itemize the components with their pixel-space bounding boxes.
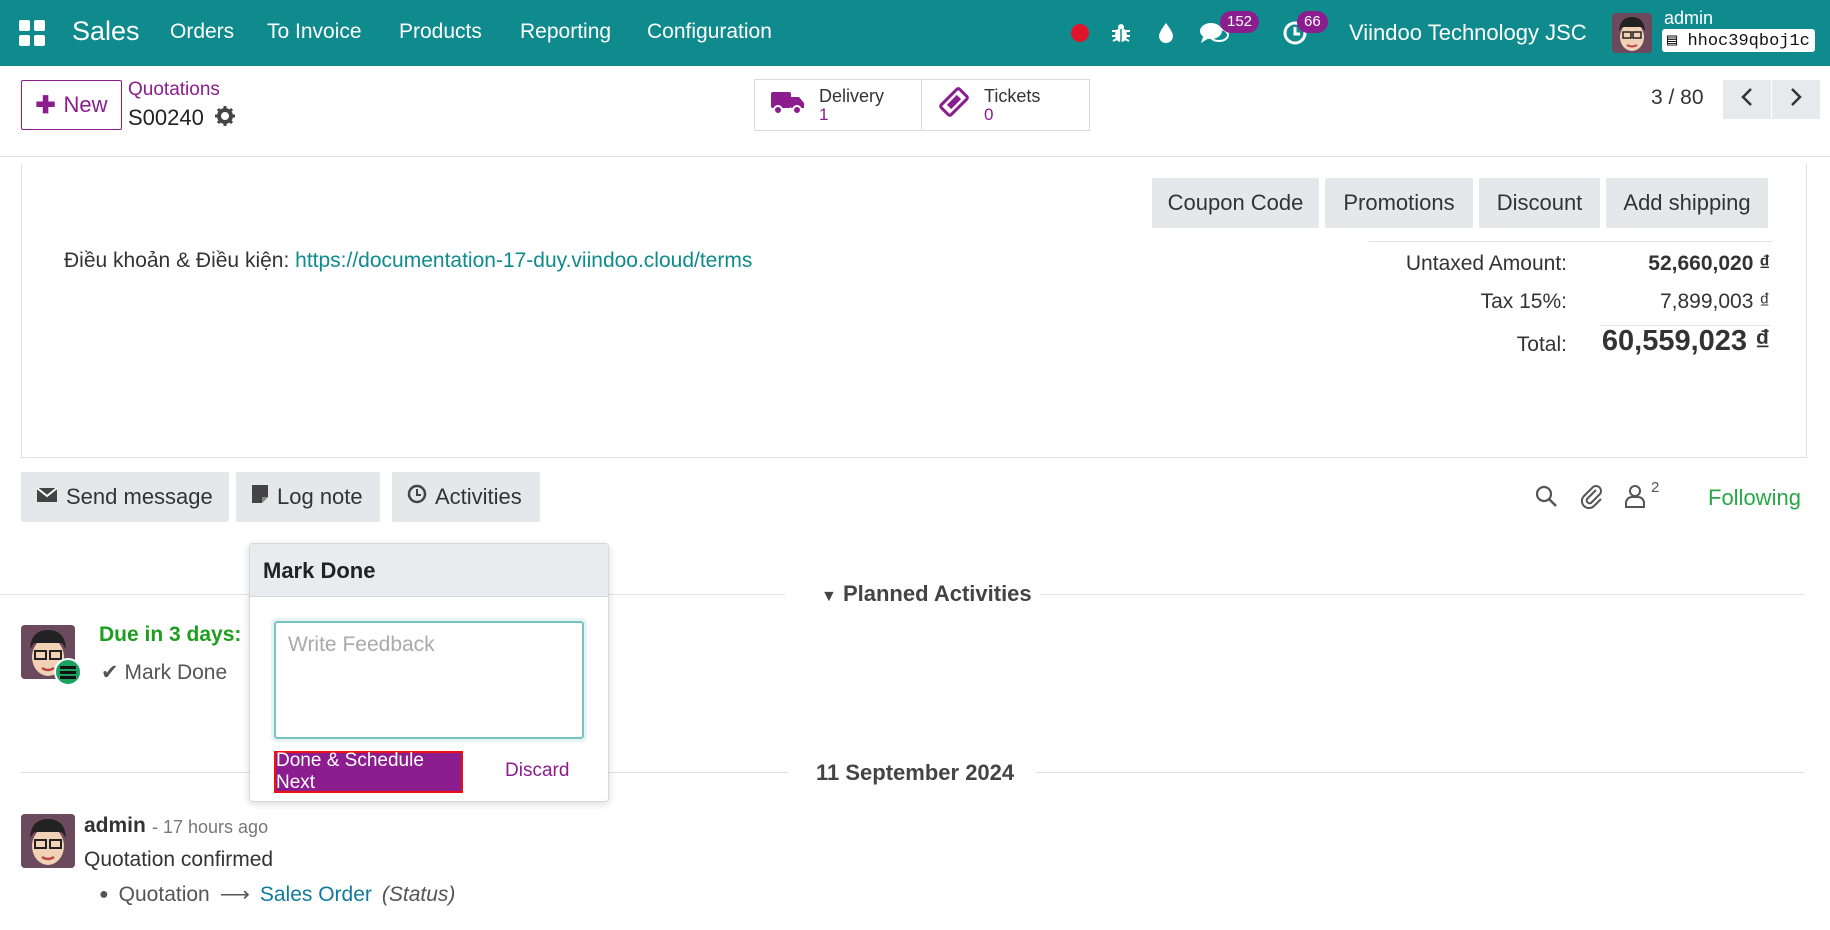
database-name: ▤ hhoc39qboj1c (1662, 29, 1815, 52)
total-value: 60,559,023 ₫ (1601, 325, 1770, 357)
paperclip-icon[interactable] (1580, 483, 1604, 515)
clock-icon (407, 484, 427, 510)
bullet: ● (99, 885, 109, 903)
database-icon: ▤ (1667, 32, 1678, 51)
send-message-label: Send message (66, 484, 213, 509)
totals-divider (1369, 241, 1772, 242)
mark-done-link[interactable]: ✔ Mark Done (101, 660, 227, 685)
smart-button-tickets[interactable]: Tickets 0 (921, 79, 1090, 131)
smart-button-delivery[interactable]: Delivery 1 (754, 79, 923, 131)
tracking-field: (Status) (381, 882, 456, 906)
followers-icon[interactable] (1624, 484, 1646, 514)
new-button-label: New (63, 92, 108, 117)
discount-button[interactable]: Discount (1479, 178, 1600, 228)
top-navbar: Sales Orders To Invoice Products Reporti… (0, 0, 1830, 66)
tracking-old-value: Quotation (118, 882, 210, 906)
coupon-code-button[interactable]: Coupon Code (1152, 178, 1319, 228)
truck-icon (771, 88, 805, 122)
tickets-count: 0 (984, 105, 994, 124)
tracking-new-value: Sales Order (259, 882, 372, 906)
send-message-button[interactable]: Send message (21, 472, 229, 522)
tax-value: 7,899,003 ₫ (1659, 290, 1770, 313)
ticket-icon (938, 86, 970, 124)
note-icon (251, 484, 269, 510)
popover-title: Mark Done (263, 558, 376, 583)
pager-previous-button[interactable] (1723, 80, 1771, 119)
gear-icon[interactable] (215, 106, 235, 132)
plus-icon: ✚ (35, 91, 56, 119)
apps-menu-icon[interactable] (19, 20, 45, 46)
activity-type-icon (54, 658, 82, 686)
debug-bug-icon[interactable] (1110, 0, 1132, 66)
search-icon[interactable] (1534, 484, 1558, 514)
untaxed-amount-label: Untaxed Amount: (1405, 252, 1567, 275)
menu-reporting[interactable]: Reporting (520, 20, 611, 44)
total-label: Total: (1516, 333, 1567, 356)
pager-value[interactable]: 3 / 80 (1651, 86, 1704, 110)
delivery-count: 1 (819, 105, 829, 124)
chevron-left-icon (1740, 87, 1754, 113)
record-name: S00240 (128, 105, 204, 130)
activities-button[interactable]: Activities (392, 472, 540, 522)
log-note-label: Log note (277, 484, 363, 509)
record-icon[interactable] (1070, 0, 1090, 66)
menu-products[interactable]: Products (399, 20, 482, 44)
planned-activities-toggle[interactable]: ▼ Planned Activities (816, 581, 1037, 607)
date-separator: 11 September 2024 (816, 760, 1015, 786)
feedback-textarea[interactable] (271, 618, 587, 742)
envelope-icon (36, 484, 58, 510)
mark-done-popover: Mark Done Done & Schedule Next Discard (249, 543, 609, 802)
messages-count-badge: 152 (1220, 11, 1260, 33)
tracking-value: ● Quotation ⟶ Sales Order (Status) (99, 882, 455, 907)
caret-down-icon: ▼ (821, 588, 837, 605)
terms-and-conditions: Điều khoản & Điều kiện: https://document… (64, 249, 752, 273)
promotions-button[interactable]: Promotions (1325, 178, 1473, 228)
control-panel-divider (0, 156, 1830, 157)
menu-to-invoice[interactable]: To Invoice (267, 20, 362, 44)
tax-label: Tax 15%: (1480, 290, 1567, 313)
terms-label: Điều khoản & Điều kiện: (64, 249, 290, 272)
delivery-label: Delivery (819, 86, 885, 106)
pager-next-button[interactable] (1772, 80, 1820, 119)
log-note-button[interactable]: Log note (236, 472, 380, 522)
message-author[interactable]: admin (84, 814, 146, 838)
terms-link[interactable]: https://documentation-17-duy.viindoo.clo… (295, 249, 752, 272)
user-avatar[interactable] (1612, 13, 1652, 53)
followers-count: 2 (1651, 479, 1660, 496)
add-shipping-button[interactable]: Add shipping (1606, 178, 1768, 228)
done-schedule-next-button[interactable]: Done & Schedule Next (274, 750, 463, 793)
popover-header: Mark Done (250, 544, 608, 597)
check-icon: ✔ (101, 661, 119, 684)
mark-done-label: Mark Done (124, 661, 228, 684)
planned-separator-line-right (1040, 594, 1805, 595)
message-author-avatar[interactable] (21, 814, 75, 868)
activities-count-badge: 66 (1297, 11, 1328, 33)
arrow-right-icon: ⟶ (219, 883, 250, 906)
app-title[interactable]: Sales (72, 16, 140, 47)
database-label: hhoc39qboj1c (1687, 32, 1810, 51)
breadcrumb-quotations[interactable]: Quotations (128, 79, 220, 101)
activity-due-label: Due in 3 days: (99, 623, 242, 646)
date-separator-line-right (1035, 772, 1805, 773)
menu-orders[interactable]: Orders (170, 20, 234, 44)
untaxed-amount-value: 52,660,020 ₫ (1648, 252, 1770, 275)
following-button[interactable]: Following (1708, 485, 1801, 511)
company-switcher[interactable]: Viindoo Technology JSC (1349, 20, 1587, 46)
discard-button[interactable]: Discard (505, 760, 569, 782)
tickets-label: Tickets (984, 86, 1041, 106)
new-button[interactable]: ✚ New (21, 80, 122, 130)
messages-icon[interactable] (1199, 0, 1229, 66)
message-time: - 17 hours ago (152, 817, 269, 837)
theme-drop-icon[interactable] (1156, 0, 1176, 66)
user-name[interactable]: admin (1664, 8, 1713, 29)
message-body: Quotation confirmed (84, 848, 274, 871)
menu-configuration[interactable]: Configuration (647, 20, 772, 44)
planned-activities-title: Planned Activities (842, 581, 1032, 606)
chevron-right-icon (1789, 87, 1803, 113)
activities-label: Activities (435, 484, 522, 509)
activities-clock-icon[interactable] (1282, 0, 1308, 66)
